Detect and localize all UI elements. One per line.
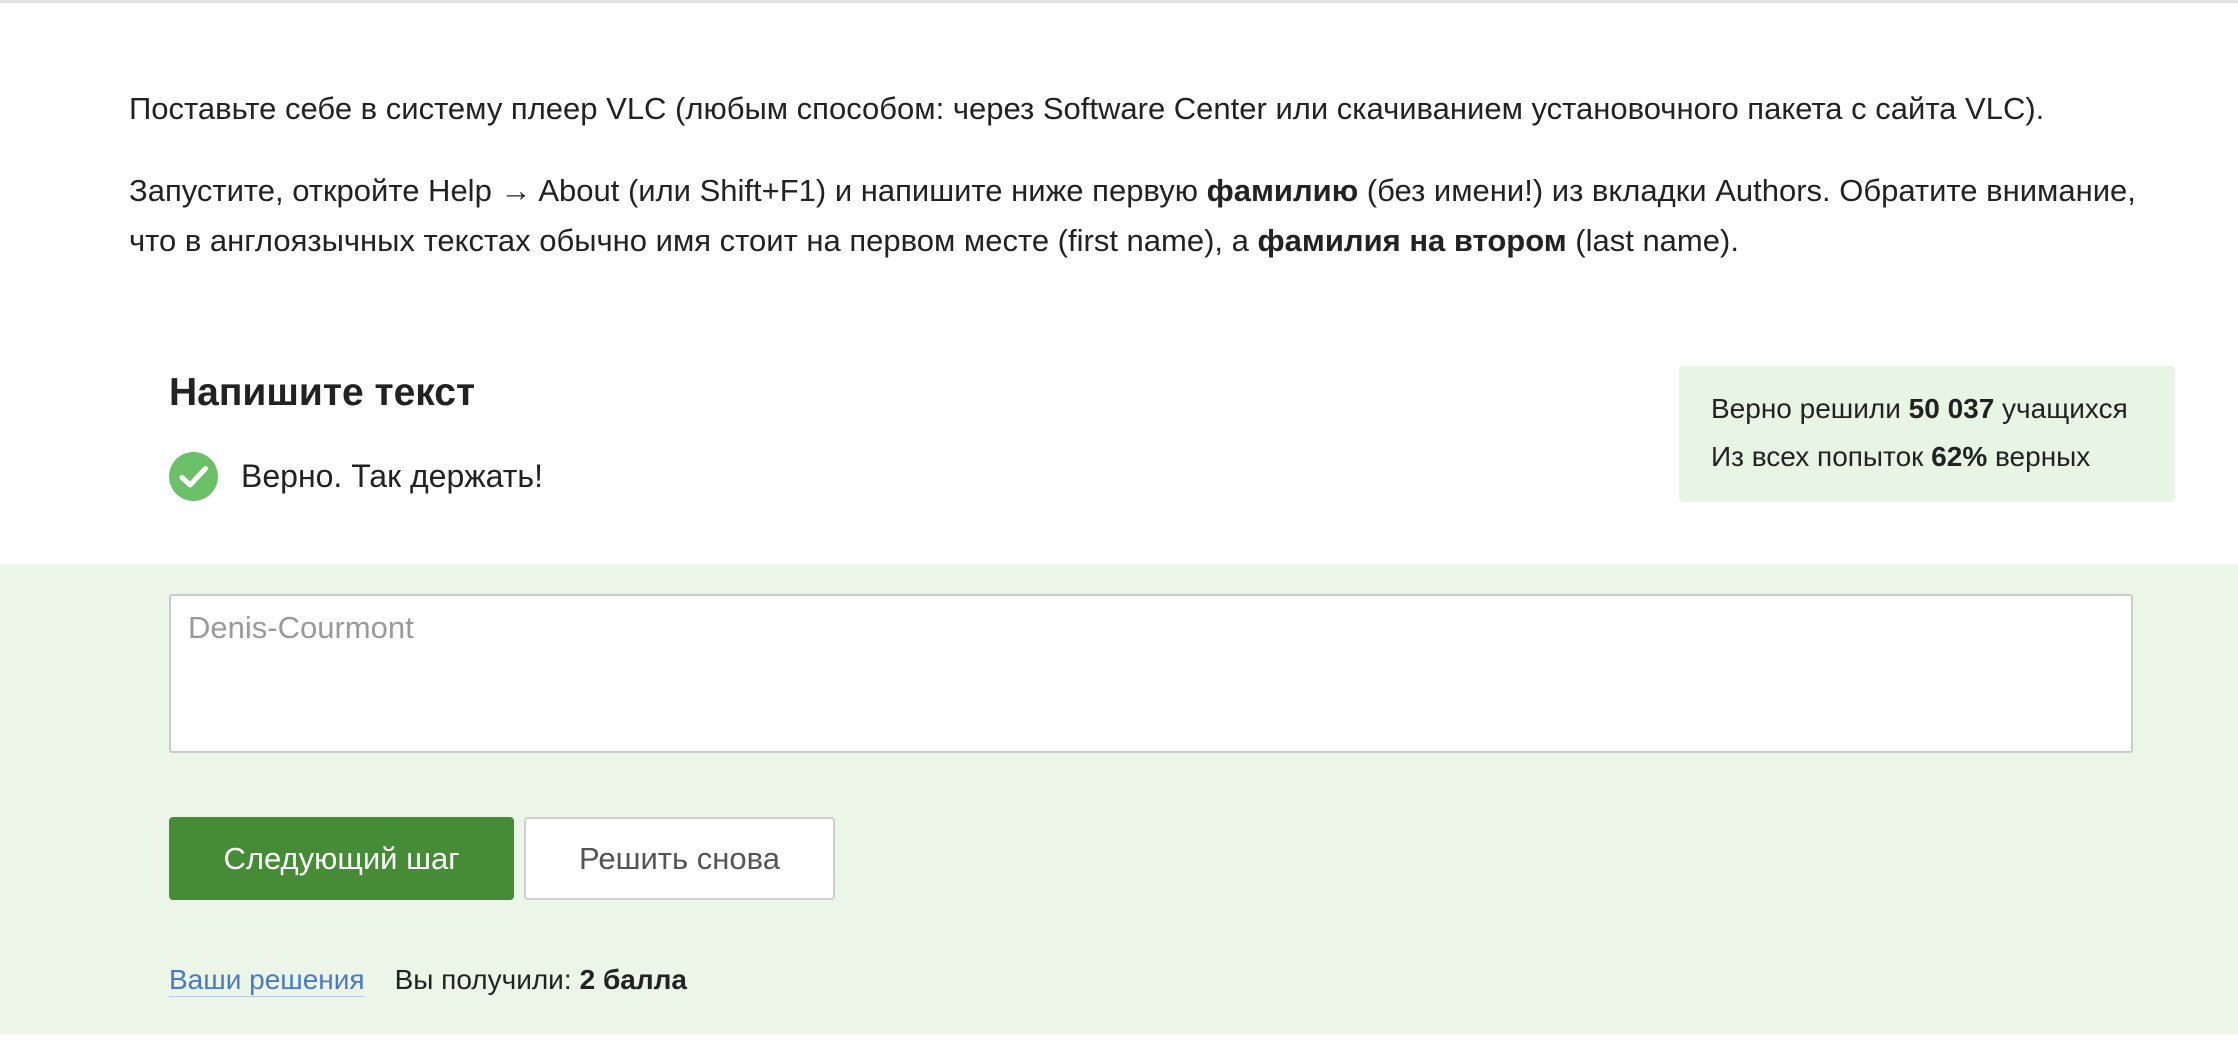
stats-attempts-prefix: Из всех попыток <box>1711 441 1932 472</box>
lesson-paragraph-1: Поставьте себе в систему плеер VLC (любы… <box>129 84 2149 134</box>
stats-attempts-suffix: верных <box>1987 441 2091 472</box>
check-circle-icon <box>169 451 218 501</box>
stats-attempts-percent: 62% <box>1931 441 1988 472</box>
answer-field[interactable]: Denis-Courmont <box>169 594 2133 753</box>
lesson-text: Поставьте себе в систему плеер VLC (любы… <box>129 84 2149 298</box>
stats-solved-line: Верно решили 50 037 учащихся <box>1711 385 2175 433</box>
next-step-button[interactable]: Следующий шаг <box>169 817 514 900</box>
lesson-bold-surname-second: фамилия на втором <box>1257 223 1567 258</box>
lesson-paragraph-2-part-c: (last name). <box>1566 223 1739 258</box>
feedback-text: Верно. Так держать! <box>241 457 543 494</box>
quiz-title: Напишите текст <box>169 371 476 414</box>
score-label: Вы получили: <box>394 964 572 995</box>
score-value: 2 балла <box>579 964 687 995</box>
lesson-paragraph-1-text: Поставьте себе в систему плеер VLC (любы… <box>129 91 2045 126</box>
stats-solved-prefix: Верно решили <box>1711 393 1909 424</box>
lesson-paragraph-2-part-a: Запустите, откройте Help → About (или Sh… <box>129 173 1207 208</box>
stats-box: Верно решили 50 037 учащихся Из всех поп… <box>1679 366 2175 502</box>
lesson-paragraph-2: Запустите, откройте Help → About (или Sh… <box>129 166 2149 266</box>
quiz-feedback: Верно. Так держать! <box>169 451 543 501</box>
top-divider <box>0 0 2238 3</box>
lesson-bold-surname: фамилию <box>1206 173 1359 208</box>
stats-solved-suffix: учащихся <box>1994 393 2128 424</box>
stats-attempts-line: Из всех попыток 62% верных <box>1711 433 2175 481</box>
stats-solved-count: 50 037 <box>1908 393 1995 424</box>
submission-footer: Ваши решения Вы получили: 2 балла <box>169 964 687 997</box>
retry-button[interactable]: Решить снова <box>524 817 835 900</box>
your-solutions-link[interactable]: Ваши решения <box>169 964 365 997</box>
